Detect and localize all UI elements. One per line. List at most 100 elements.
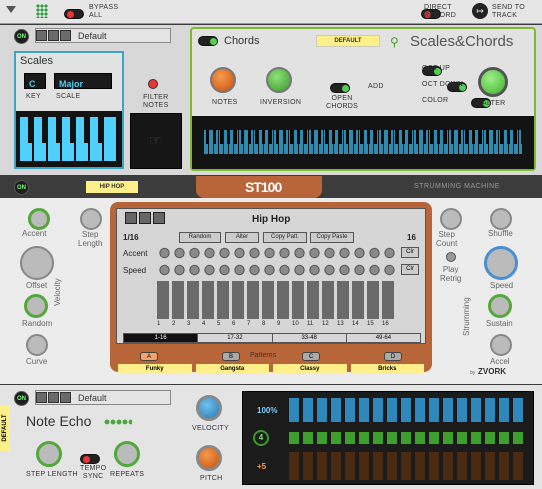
- scales-on-button[interactable]: ON: [14, 29, 29, 44]
- pitch-bars[interactable]: [289, 452, 525, 480]
- step-length-knob[interactable]: [80, 208, 102, 230]
- preset-browse-icon[interactable]: [60, 30, 71, 41]
- speed-knob[interactable]: [484, 246, 518, 280]
- copy-paste-button[interactable]: Copy Paste: [310, 232, 354, 243]
- alter-button[interactable]: [478, 67, 508, 97]
- bypass-toggle[interactable]: [64, 9, 84, 19]
- speed-row[interactable]: [157, 264, 397, 276]
- pattern-name[interactable]: Gangsta: [195, 364, 269, 374]
- preset-prev-icon[interactable]: [36, 392, 47, 403]
- random-button[interactable]: Random: [179, 232, 221, 243]
- step-number[interactable]: 14: [352, 321, 367, 331]
- page-tab[interactable]: 1-16: [124, 334, 198, 342]
- scale-keyboard: [16, 111, 122, 167]
- random-label: Random: [22, 319, 53, 328]
- key-display[interactable]: C: [24, 73, 46, 89]
- chords-preset-tag[interactable]: DEFAULT: [316, 35, 380, 47]
- step-number[interactable]: 16: [382, 321, 397, 331]
- preset-prev-icon[interactable]: [36, 30, 47, 41]
- step-count-knob[interactable]: [440, 208, 462, 230]
- send-to-track-button[interactable]: ↦: [472, 3, 488, 19]
- step-number[interactable]: 6: [232, 321, 247, 331]
- velocity-knob[interactable]: [196, 395, 222, 421]
- velocity-bars[interactable]: [289, 398, 525, 422]
- share-icon: ⚲: [390, 35, 399, 49]
- step-number[interactable]: 9: [277, 321, 292, 331]
- offset-knob[interactable]: [20, 246, 54, 280]
- preset-save-icon[interactable]: [48, 30, 59, 41]
- speed-clr-button[interactable]: Clr: [401, 264, 419, 275]
- inversion-knob[interactable]: [266, 67, 292, 93]
- alter-label: ALTER: [482, 100, 506, 107]
- step-division[interactable]: 1/16: [123, 233, 139, 242]
- pattern-d-button[interactable]: D: [384, 352, 402, 361]
- repeat-dots[interactable]: [289, 432, 525, 444]
- accel-label: Accel: [490, 357, 510, 366]
- page-tab[interactable]: 17-32: [197, 334, 271, 342]
- st100-on-button[interactable]: ON: [14, 180, 29, 195]
- play-retrig-led[interactable]: [446, 252, 456, 262]
- sustain-knob[interactable]: [488, 294, 512, 318]
- pattern-a-button[interactable]: A: [140, 352, 158, 361]
- tempo-sync-toggle[interactable]: [80, 454, 100, 464]
- key-value: C: [29, 79, 36, 89]
- step-number[interactable]: 8: [262, 321, 277, 331]
- screen-icon-1[interactable]: [125, 212, 137, 224]
- step-number[interactable]: 7: [247, 321, 262, 331]
- step-number[interactable]: 2: [172, 321, 187, 331]
- alter-button-screen[interactable]: Alter: [225, 232, 259, 243]
- note-echo-preset-name[interactable]: Default: [78, 393, 107, 403]
- repeats-knob[interactable]: [114, 441, 140, 467]
- preset-save-icon[interactable]: [48, 392, 59, 403]
- step-length-knob[interactable]: [36, 441, 62, 467]
- color-label: COLOR: [422, 97, 449, 104]
- accent-clr-button[interactable]: Clr: [401, 247, 419, 258]
- page-tab[interactable]: 49-64: [345, 334, 420, 342]
- accent-row-label: Accent: [123, 249, 148, 258]
- filter-notes-led[interactable]: [148, 79, 158, 89]
- pattern-name[interactable]: Classy: [273, 364, 347, 374]
- shuffle-knob[interactable]: [490, 208, 512, 230]
- screen-icon-3[interactable]: [153, 212, 165, 224]
- step-number[interactable]: 5: [217, 321, 232, 331]
- chords-toggle[interactable]: [198, 36, 218, 46]
- pattern-name[interactable]: Funky: [118, 364, 192, 374]
- collapse-icon[interactable]: [6, 6, 16, 13]
- scale-display[interactable]: Major: [54, 73, 112, 89]
- preset-browse-icon[interactable]: [60, 392, 71, 403]
- accent-knob[interactable]: [28, 208, 50, 230]
- accel-knob[interactable]: [490, 334, 512, 356]
- repeats-label: REPEATS: [110, 471, 145, 478]
- step-number[interactable]: 10: [292, 321, 307, 331]
- scales-preset-name[interactable]: Default: [78, 31, 107, 41]
- step-number[interactable]: 1: [157, 321, 172, 331]
- step-number[interactable]: 15: [367, 321, 382, 331]
- velocity-label: Velocity: [53, 278, 62, 306]
- open-chords-toggle[interactable]: [330, 83, 350, 93]
- pattern-name[interactable]: Bricks: [350, 364, 424, 374]
- step-number[interactable]: 3: [187, 321, 202, 331]
- filter-notes-label: FILTER NOTES: [143, 94, 169, 109]
- pitch-label: PITCH: [200, 475, 223, 482]
- page-tab[interactable]: 33-48: [271, 334, 346, 342]
- pattern-b-button[interactable]: B: [222, 352, 240, 361]
- hand-icon: ☞: [149, 132, 162, 148]
- screen-icon-2[interactable]: [139, 212, 151, 224]
- st100-preset-tag[interactable]: HIP HOP: [86, 181, 138, 193]
- note-echo-on-button[interactable]: ON: [14, 391, 29, 406]
- step-number[interactable]: 12: [322, 321, 337, 331]
- pitch-knob[interactable]: [196, 445, 222, 471]
- grid-icon[interactable]: [36, 4, 48, 18]
- pattern-c-button[interactable]: C: [302, 352, 320, 361]
- step-number[interactable]: 4: [202, 321, 217, 331]
- notes-knob[interactable]: [210, 67, 236, 93]
- key-label: KEY: [26, 93, 41, 100]
- steps-total[interactable]: 16: [407, 233, 416, 242]
- accent-row[interactable]: [157, 247, 397, 259]
- copy-patt-button[interactable]: Copy Patt.: [263, 232, 307, 243]
- curve-knob[interactable]: [26, 334, 48, 356]
- step-number[interactable]: 11: [307, 321, 322, 331]
- random-knob[interactable]: [24, 294, 48, 318]
- echo-display: 100% 4 +5: [242, 391, 534, 485]
- step-number[interactable]: 13: [337, 321, 352, 331]
